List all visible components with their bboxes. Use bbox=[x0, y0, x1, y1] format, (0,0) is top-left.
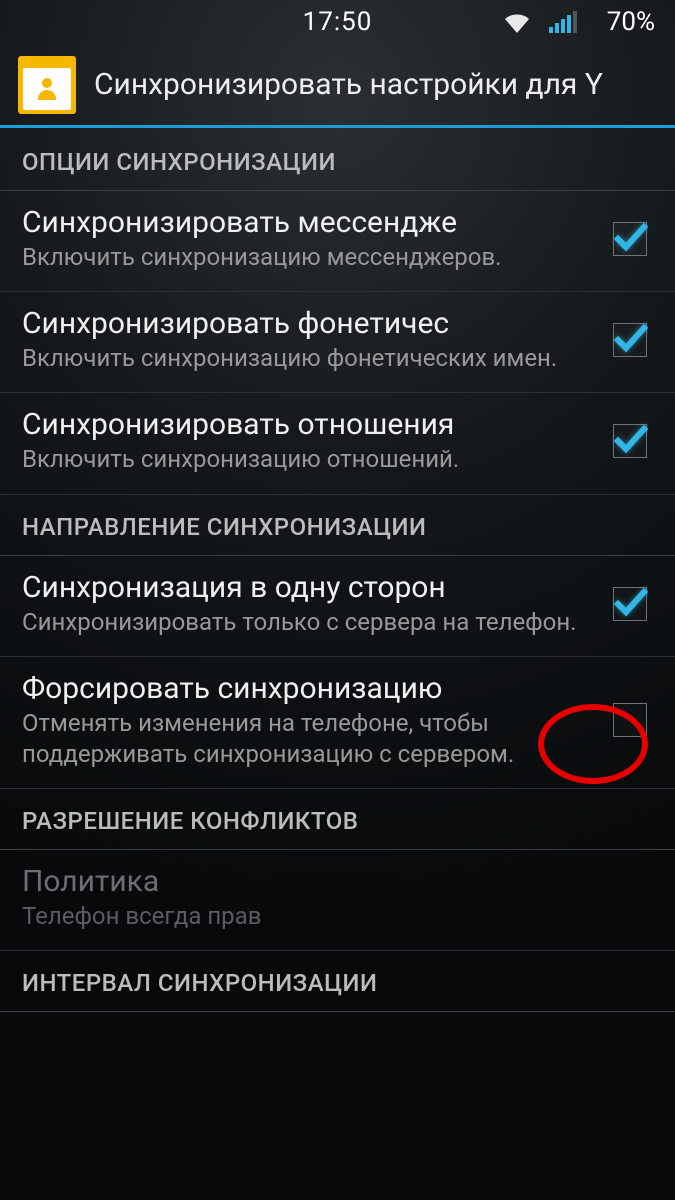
checkbox-messengers[interactable] bbox=[613, 222, 647, 256]
item-subtitle: Включить синхронизацию мессенджеров. bbox=[22, 242, 601, 273]
signal-icon bbox=[549, 11, 577, 33]
item-sync-messengers[interactable]: Синхронизировать мессендже Включить синх… bbox=[0, 191, 675, 292]
item-title: Политика bbox=[22, 864, 653, 899]
status-time: 17:50 bbox=[303, 7, 373, 37]
checkbox-oneway[interactable] bbox=[613, 587, 647, 621]
item-title: Форсировать синхронизацию bbox=[22, 671, 601, 706]
section-conflict-resolution: РАЗРЕШЕНИЕ КОНФЛИКТОВ bbox=[0, 789, 675, 850]
title-bar: Синхронизировать настройки для Y bbox=[0, 44, 675, 128]
item-sync-phonetic[interactable]: Синхронизировать фонетичес Включить синх… bbox=[0, 292, 675, 393]
app-icon bbox=[18, 56, 76, 114]
wifi-icon bbox=[503, 11, 531, 33]
item-subtitle: Телефон всегда прав bbox=[22, 901, 653, 932]
checkbox-phonetic[interactable] bbox=[613, 323, 647, 357]
item-sync-oneway[interactable]: Синхронизация в одну сторон Синхронизиро… bbox=[0, 556, 675, 657]
item-subtitle: Включить синхронизацию фонетических имен… bbox=[22, 343, 601, 374]
status-battery: 70% bbox=[607, 7, 655, 37]
checkbox-force[interactable] bbox=[613, 703, 647, 737]
item-subtitle: Отменять изменения на телефоне, чтобы по… bbox=[22, 708, 601, 770]
page-title: Синхронизировать настройки для Y bbox=[94, 67, 657, 102]
item-title: Синхронизировать фонетичес bbox=[22, 306, 601, 341]
item-subtitle: Синхронизировать только с сервера на тел… bbox=[22, 607, 601, 638]
item-title: Синхронизация в одну сторон bbox=[22, 570, 601, 605]
settings-list[interactable]: ОПЦИИ СИНХРОНИЗАЦИИ Синхронизировать мес… bbox=[0, 128, 675, 1012]
item-policy: Политика Телефон всегда прав bbox=[0, 850, 675, 951]
status-bar: 17:50 70% bbox=[0, 0, 675, 44]
section-sync-direction: НАПРАВЛЕНИЕ СИНХРОНИЗАЦИИ bbox=[0, 495, 675, 556]
screen: 17:50 70% Синхронизировать настройки для… bbox=[0, 0, 675, 1200]
item-sync-relations[interactable]: Синхронизировать отношения Включить синх… bbox=[0, 393, 675, 494]
section-sync-interval: ИНТЕРВАЛ СИНХРОНИЗАЦИИ bbox=[0, 951, 675, 1012]
status-icons bbox=[503, 11, 577, 33]
checkbox-relations[interactable] bbox=[613, 424, 647, 458]
section-sync-options: ОПЦИИ СИНХРОНИЗАЦИИ bbox=[0, 128, 675, 191]
item-title: Синхронизировать мессендже bbox=[22, 205, 601, 240]
item-force-sync[interactable]: Форсировать синхронизацию Отменять измен… bbox=[0, 657, 675, 789]
item-subtitle: Включить синхронизацию отношений. bbox=[22, 444, 601, 475]
item-title: Синхронизировать отношения bbox=[22, 407, 601, 442]
